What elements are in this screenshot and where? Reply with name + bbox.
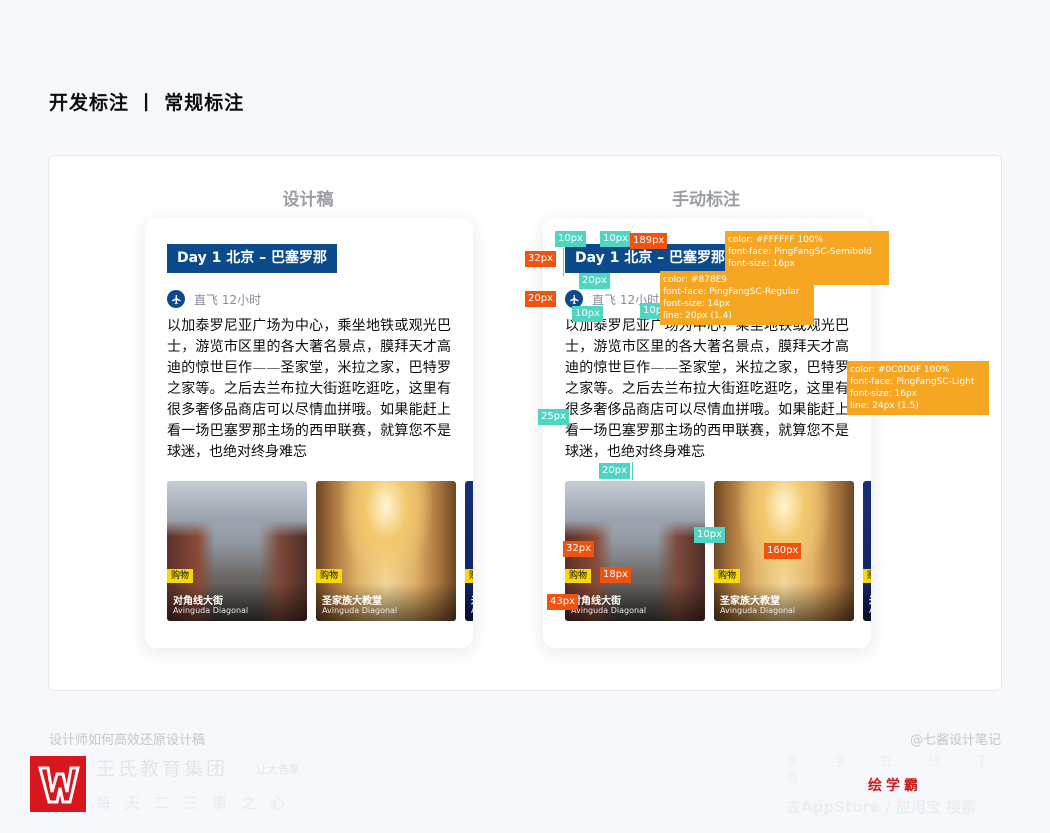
footer-title: 设计师如何高效还原设计稿 bbox=[49, 733, 206, 748]
watermark-slogan: 每天二三事之心 bbox=[96, 794, 300, 812]
photo-card[interactable]: 购 米 A bbox=[465, 481, 473, 621]
design-column-title: 设计稿 bbox=[282, 190, 334, 210]
photo-tag: 购物 bbox=[714, 569, 741, 583]
watermark-org: 王氏教育集团 bbox=[96, 758, 229, 780]
width-label: 189px bbox=[630, 233, 668, 249]
spec-line: color: #878E9 bbox=[663, 275, 728, 285]
spec-line: font-size: 16px bbox=[850, 389, 917, 399]
photo-title: 米 bbox=[471, 592, 473, 607]
description-text: 以加泰罗尼亚广场为中心，乘坐地铁或观光巴士，游览市区里的各大著名景点，膜拜天才高… bbox=[565, 318, 849, 460]
spec-box-body: color: #0C0D0F 100% font-face: PingFangS… bbox=[847, 361, 989, 415]
photo-tag: 购物 bbox=[316, 569, 343, 583]
spacing-label: 10px bbox=[572, 306, 603, 322]
photo-title: 对角线大街 bbox=[173, 596, 223, 607]
spacing-label: 10px bbox=[694, 527, 725, 543]
photo-card[interactable]: 购物 圣家族大教堂 Avinguda Diagonal bbox=[316, 481, 456, 621]
height-label: 18px bbox=[600, 567, 631, 583]
height-label: 43px bbox=[547, 594, 578, 610]
spacing-label: 20px bbox=[599, 463, 630, 479]
measure-guide bbox=[563, 248, 564, 276]
photo-tag: 购 bbox=[465, 569, 473, 583]
spec-box-flight: color: #878E9 font-face: PingFangSC-Regu… bbox=[660, 271, 814, 325]
photo-subtitle: Avinguda Diagonal bbox=[322, 606, 398, 615]
spec-line: color: #FFFFFF 100% bbox=[728, 235, 824, 245]
spec-line: font-size: 16px bbox=[728, 259, 795, 269]
brand-logo bbox=[30, 756, 86, 812]
photo-title: 米 bbox=[869, 592, 871, 607]
spec-line: line: 24px (1.5) bbox=[850, 401, 919, 411]
photo-subtitle: Avinguda Diagonal bbox=[571, 606, 647, 615]
page-heading: 开发标注 丨 常规标注 bbox=[49, 92, 245, 114]
flight-duration: 直飞 12小时 bbox=[194, 292, 262, 307]
spacing-label: 20px bbox=[579, 273, 610, 289]
watermark-line2: 去AppStore / 应用宝 搜索 bbox=[786, 798, 977, 816]
spec-line: font-face: PingFangSC-Semibold bbox=[728, 247, 872, 257]
annotated-column-title: 手动标注 bbox=[672, 190, 740, 210]
footer-author: @七酱设计笔记 bbox=[909, 733, 1001, 748]
measure-guide bbox=[632, 462, 633, 480]
height-label: 32px bbox=[563, 541, 594, 557]
photo-subtitle: Avinguda Diagonal bbox=[173, 606, 249, 615]
photo-subtitle: Avinguda Diagonal bbox=[720, 606, 796, 615]
photo-tag: 购物 bbox=[167, 569, 194, 583]
flight-row: 直飞 12小时 bbox=[167, 290, 261, 308]
spec-line: color: #0C0D0F 100% bbox=[850, 365, 950, 375]
spec-line: font-face: PingFangSC-Light bbox=[850, 377, 975, 387]
plane-icon bbox=[167, 290, 185, 308]
photo-tag: 购物 bbox=[565, 569, 592, 583]
height-label: 32px bbox=[525, 251, 556, 267]
photo-subtitle: A bbox=[869, 606, 871, 615]
photo-card[interactable]: 购物 对角线大街 Avinguda Diagonal bbox=[167, 481, 307, 621]
photo-card[interactable]: 购 米 A bbox=[863, 481, 871, 621]
spacing-label: 10px bbox=[600, 231, 631, 247]
spacing-label: 25px bbox=[538, 409, 569, 425]
photo-title: 圣家族大教堂 bbox=[720, 596, 780, 607]
width-label: 160px bbox=[764, 543, 802, 559]
photo-title: 圣家族大教堂 bbox=[322, 596, 382, 607]
photo-subtitle: A bbox=[471, 606, 473, 615]
photo-strip[interactable]: 购物 对角线大街 Avinguda Diagonal 购物 圣家族大教堂 Avi… bbox=[565, 481, 871, 621]
spec-line: line: 20px (1.4) bbox=[663, 311, 732, 321]
w-logo-icon bbox=[38, 766, 80, 804]
watermark-org-sub: 让大告享 bbox=[256, 763, 300, 776]
description-text: 以加泰罗尼亚广场为中心，乘坐地铁或观光巴士，游览市区里的各大著名景点，膜拜天才高… bbox=[167, 318, 451, 460]
photo-title: 对角线大街 bbox=[571, 596, 621, 607]
day-badge: Day 1 北京 – 巴塞罗那 bbox=[167, 244, 338, 273]
photo-strip[interactable]: 购物 对角线大街 Avinguda Diagonal 购物 圣家族大教堂 Avi… bbox=[167, 481, 473, 621]
spec-line: font-size: 14px bbox=[663, 299, 730, 309]
height-label: 20px bbox=[525, 291, 556, 307]
watermark-brand: 绘学霸 bbox=[868, 778, 922, 794]
spacing-label: 10px bbox=[555, 231, 586, 247]
photo-tag: 购 bbox=[863, 569, 871, 583]
design-card: Day 1 北京 – 巴塞罗那 直飞 12小时 以加泰罗尼亚广场为中心，乘坐地铁… bbox=[145, 218, 473, 648]
spec-line: font-face: PingFangSC-Regular bbox=[663, 287, 800, 297]
